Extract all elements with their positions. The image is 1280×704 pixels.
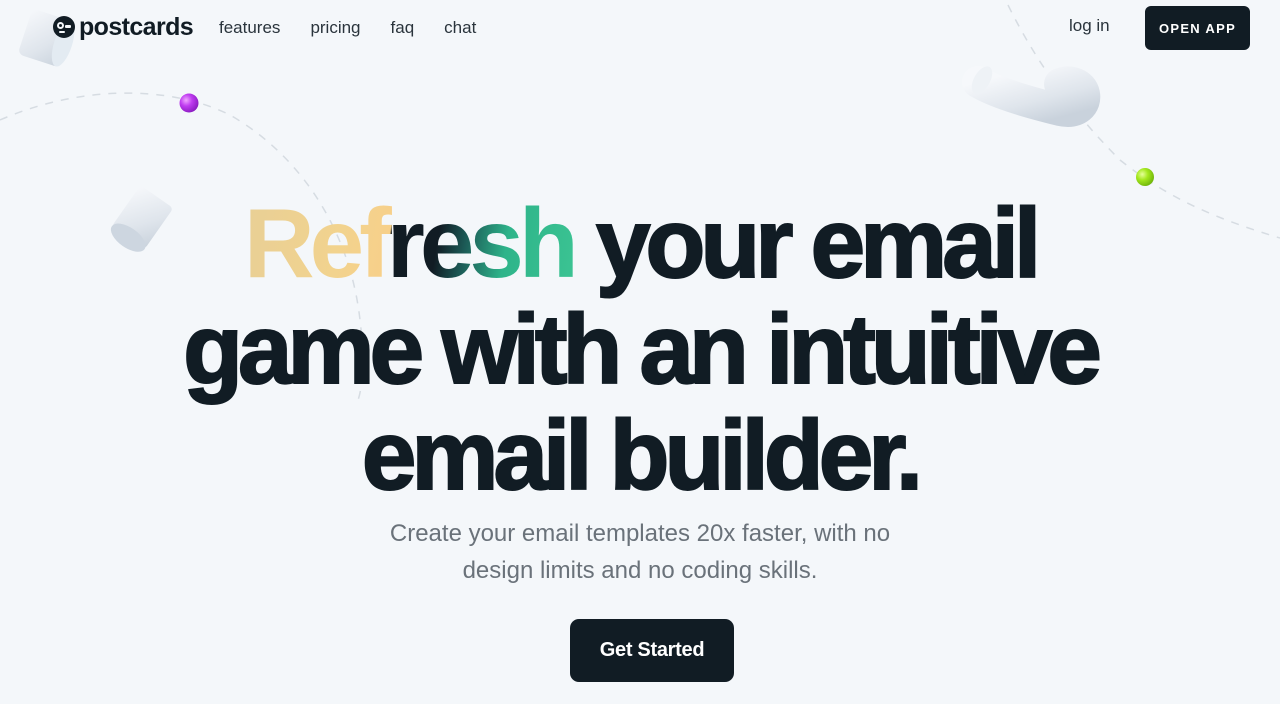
- hero-heading: Refresh your email game with an intuitiv…: [0, 188, 1280, 510]
- hero-subtitle: Create your email templates 20x faster, …: [0, 515, 1280, 589]
- hero-subtitle-line-1: Create your email templates 20x faster, …: [389, 520, 891, 547]
- logo-link[interactable]: postcards: [53, 13, 194, 41]
- bent-tube-shape-right: [962, 66, 1101, 127]
- get-started-button[interactable]: Get Started: [570, 619, 734, 682]
- nav-link-features[interactable]: features: [219, 18, 280, 38]
- hero-subtitle-line-2: design limits and no coding skills.: [462, 557, 818, 584]
- green-ball: [1136, 168, 1154, 186]
- top-navbar: postcards features pricing faq chat log …: [0, 0, 1280, 56]
- postcards-logo-icon: [53, 16, 75, 38]
- nav-link-faq[interactable]: faq: [391, 18, 415, 38]
- logo-text: postcards: [79, 13, 194, 41]
- hero-heading-line-1-rest: your email: [573, 188, 1042, 298]
- login-link[interactable]: log in: [1069, 16, 1110, 36]
- hero-heading-line-2: game with an intuitive: [182, 294, 1103, 404]
- purple-ball: [179, 93, 199, 113]
- open-app-button[interactable]: OPEN APP: [1145, 6, 1250, 50]
- hero-heading-line-1: Refresh your email: [0, 188, 1280, 298]
- hero-highlight-word: Refresh: [243, 188, 579, 298]
- nav-link-chat[interactable]: chat: [444, 18, 476, 38]
- hero-heading-line-3: email builder.: [361, 400, 924, 510]
- landing-page: postcards features pricing faq chat log …: [0, 0, 1280, 704]
- nav-links: features pricing faq chat: [219, 18, 506, 38]
- nav-link-pricing[interactable]: pricing: [310, 18, 360, 38]
